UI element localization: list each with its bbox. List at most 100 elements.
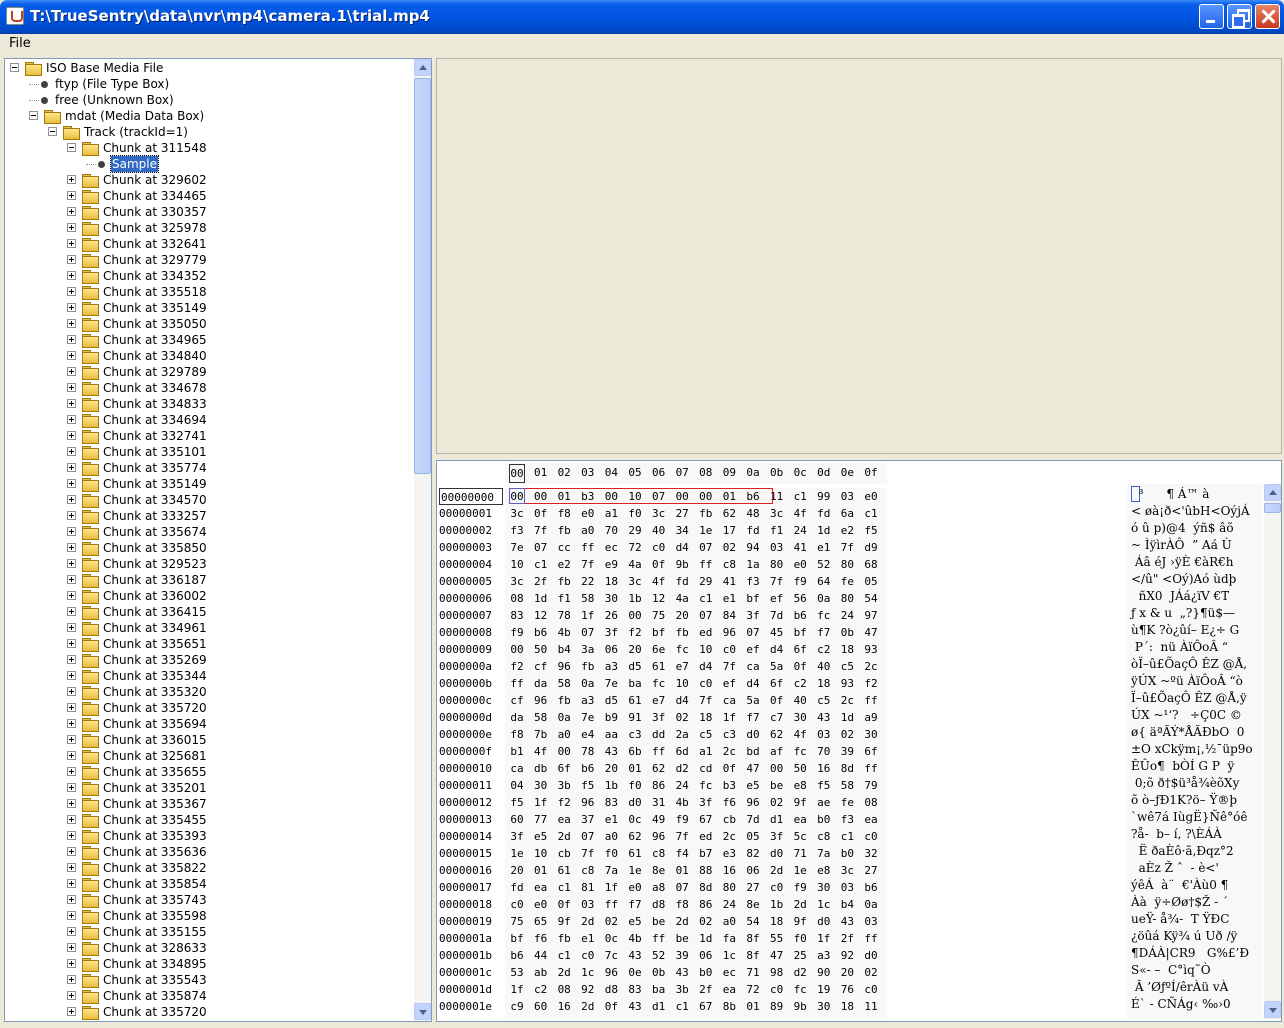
expand-icon[interactable]	[67, 863, 76, 872]
tree-node-folder[interactable]: Chunk at 329523	[67, 556, 208, 572]
hex-byte[interactable]: 12	[651, 590, 667, 607]
tree-node-folder[interactable]: Chunk at 334840	[67, 348, 208, 364]
hex-byte[interactable]: 6f	[863, 743, 879, 760]
hex-byte[interactable]: 07	[580, 828, 596, 845]
hex-byte[interactable]: 80	[721, 879, 737, 896]
hex-byte[interactable]: 62	[627, 828, 643, 845]
hex-byte[interactable]: 88	[698, 862, 714, 879]
hex-byte[interactable]: 1c	[816, 896, 832, 913]
hex-byte[interactable]: d0	[627, 794, 643, 811]
hex-byte[interactable]: 1e	[792, 862, 808, 879]
hex-byte[interactable]: 1d	[816, 522, 832, 539]
hex-byte[interactable]: 2f	[533, 573, 549, 590]
hex-byte[interactable]: ab	[533, 964, 549, 981]
hex-byte[interactable]: 1b	[769, 896, 785, 913]
hex-byte[interactable]: c1	[863, 505, 879, 522]
hex-byte[interactable]: 3f	[509, 828, 525, 845]
tree-node-folder[interactable]: Chunk at 335149	[67, 476, 208, 492]
hex-byte[interactable]: c8	[721, 556, 737, 573]
hex-byte[interactable]: c1	[556, 879, 572, 896]
hex-byte[interactable]: 20	[674, 607, 690, 624]
hex-byte[interactable]: 2d	[556, 828, 572, 845]
hex-byte[interactable]: fb	[580, 658, 596, 675]
scroll-down-arrow-icon[interactable]	[414, 1003, 431, 1020]
expand-icon[interactable]	[67, 847, 76, 856]
hex-byte[interactable]: 02	[839, 726, 855, 743]
tree-node-folder[interactable]: Chunk at 334961	[67, 620, 208, 636]
hex-byte[interactable]: e1	[816, 539, 832, 556]
hex-byte[interactable]: 0a	[580, 675, 596, 692]
hex-byte[interactable]: 8b	[721, 998, 737, 1015]
hex-byte[interactable]: 0a	[816, 590, 832, 607]
hex-byte[interactable]: e5	[627, 913, 643, 930]
hex-byte[interactable]: f7	[745, 709, 761, 726]
hex-byte[interactable]: da	[533, 675, 549, 692]
hex-byte[interactable]: 00	[556, 743, 572, 760]
expand-icon[interactable]	[67, 287, 76, 296]
hex-byte[interactable]: 6b	[627, 743, 643, 760]
hex-byte[interactable]: fb	[556, 930, 572, 947]
hex-byte[interactable]: f0	[627, 505, 643, 522]
hex-byte[interactable]: 2c	[863, 658, 879, 675]
hex-byte[interactable]: 55	[769, 930, 785, 947]
hex-byte[interactable]: 41	[721, 573, 737, 590]
hex-byte[interactable]: 03	[580, 896, 596, 913]
hex-byte[interactable]: c2	[816, 641, 832, 658]
hex-byte[interactable]: b0	[816, 811, 832, 828]
hex-byte[interactable]: f8	[509, 726, 525, 743]
hex-byte[interactable]: 1a	[745, 556, 761, 573]
hex-byte[interactable]: 3c	[839, 862, 855, 879]
hex-byte[interactable]: 8e	[745, 896, 761, 913]
hex-byte[interactable]: 22	[580, 573, 596, 590]
hex-byte[interactable]: c8	[651, 845, 667, 862]
hex-byte[interactable]: 01	[627, 760, 643, 777]
hex-byte[interactable]: 64	[816, 573, 832, 590]
hex-byte[interactable]: 7d	[769, 607, 785, 624]
hex-byte[interactable]: ba	[651, 981, 667, 998]
hex-byte[interactable]: c1	[533, 556, 549, 573]
hex-byte[interactable]: 4f	[651, 573, 667, 590]
hex-byte[interactable]: 62	[651, 760, 667, 777]
scroll-down-arrow-icon[interactable]	[1264, 1001, 1281, 1018]
hex-byte[interactable]: 47	[769, 947, 785, 964]
hex-byte[interactable]: 9f	[792, 794, 808, 811]
hex-byte[interactable]: 77	[533, 811, 549, 828]
hex-byte[interactable]: 4a	[627, 556, 643, 573]
hex-byte[interactable]: e7	[674, 658, 690, 675]
hex-byte[interactable]: 67	[698, 811, 714, 828]
tree-node-folder[interactable]: Chunk at 335269	[67, 652, 208, 668]
hex-byte[interactable]: 4f	[533, 743, 549, 760]
tree-node-folder[interactable]: Chunk at 335367	[67, 796, 208, 812]
expand-icon[interactable]	[67, 415, 76, 424]
hex-byte[interactable]: c0	[509, 896, 525, 913]
hex-byte[interactable]: 6a	[839, 505, 855, 522]
hex-byte[interactable]: 9b	[674, 556, 690, 573]
title-bar[interactable]: T:\TrueSentry\data\nvr\mp4\camera.1\tria…	[0, 0, 1284, 34]
hex-byte[interactable]: d4	[745, 675, 761, 692]
hex-byte[interactable]: 83	[627, 981, 643, 998]
expand-icon[interactable]	[67, 799, 76, 808]
hex-byte[interactable]: 03	[839, 879, 855, 896]
hex-byte[interactable]: 30	[816, 879, 832, 896]
hex-byte[interactable]: 72	[627, 539, 643, 556]
hex-byte[interactable]: e0	[580, 505, 596, 522]
hex-byte[interactable]: d8	[651, 896, 667, 913]
hex-byte[interactable]: fd	[816, 505, 832, 522]
expand-icon[interactable]	[67, 927, 76, 936]
hex-byte[interactable]: 47	[745, 760, 761, 777]
expand-icon[interactable]	[67, 735, 76, 744]
expand-icon[interactable]	[67, 1007, 76, 1016]
hex-byte[interactable]: dd	[651, 726, 667, 743]
hex-byte[interactable]: e5	[533, 828, 549, 845]
hex-byte[interactable]: 7a	[816, 845, 832, 862]
hex-byte[interactable]: 2d	[580, 913, 596, 930]
hex-byte[interactable]: 61	[627, 845, 643, 862]
hex-byte[interactable]: 8f	[745, 930, 761, 947]
hex-byte[interactable]: 70	[816, 743, 832, 760]
hex-byte[interactable]: 6f	[769, 675, 785, 692]
hex-byte[interactable]: 52	[816, 556, 832, 573]
hex-byte[interactable]: f5	[816, 777, 832, 794]
hex-byte[interactable]: c7	[769, 709, 785, 726]
tree-node-folder[interactable]: Chunk at 335050	[67, 316, 208, 332]
hex-byte[interactable]: b6	[792, 607, 808, 624]
